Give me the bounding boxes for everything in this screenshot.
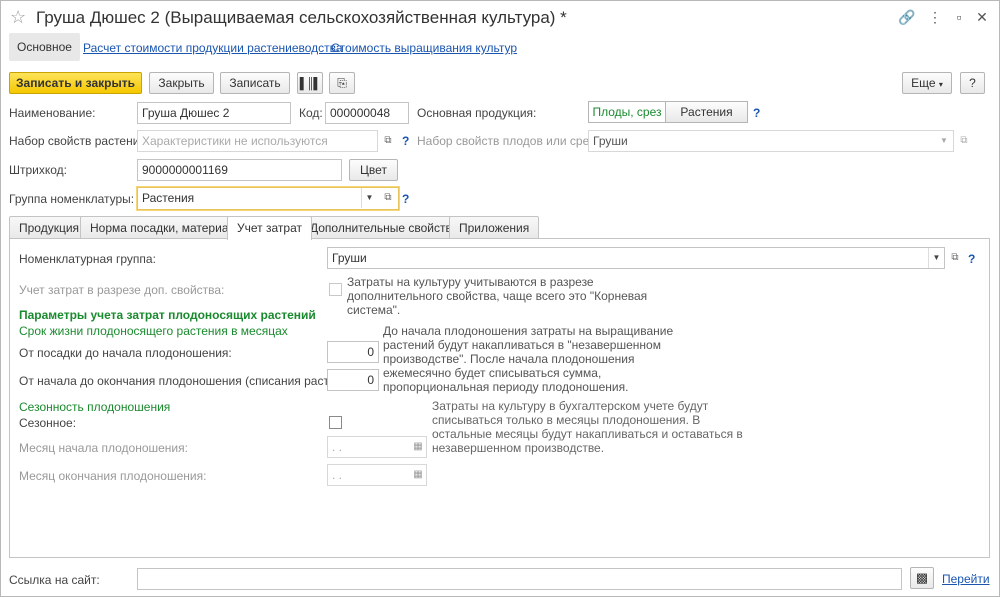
site-link-label: Ссылка на сайт:	[9, 573, 100, 587]
tab-attachments[interactable]: Приложения	[449, 216, 540, 239]
group-open-icon[interactable]: ⧉	[380, 188, 396, 208]
fruit-props-input[interactable]: Груши	[588, 130, 954, 152]
group-input[interactable]: Растения	[137, 187, 399, 210]
plant-props-open-icon[interactable]: ⧉	[380, 131, 396, 151]
main-product-help-icon[interactable]: ?	[753, 106, 760, 120]
group-dropdown-icon[interactable]: ▼	[361, 188, 377, 208]
seasonal-label: Сезонное:	[19, 416, 77, 430]
tab-additional-props[interactable]: Дополнительные свойства	[300, 216, 469, 239]
end-month-calendar-icon[interactable]: ▦	[410, 465, 426, 485]
close-icon[interactable]: ✕	[972, 8, 992, 26]
plant-props-input[interactable]: Характеристики не используются	[137, 130, 378, 152]
seasonal-checkbox[interactable]	[329, 416, 342, 429]
planting-months-input[interactable]: 0	[327, 341, 379, 363]
print-settings-button[interactable]: ⎘	[329, 72, 355, 94]
code-input[interactable]: 000000048	[325, 102, 409, 124]
fruit-props-label: Набор свойств плодов или среза:	[417, 134, 605, 148]
more-label: Еще	[911, 76, 936, 90]
qr-code-button[interactable]: ▩	[910, 567, 934, 589]
nom-group-help-icon[interactable]: ?	[968, 252, 975, 266]
start-month-calendar-icon[interactable]: ▦	[410, 437, 426, 457]
color-button[interactable]: Цвет	[349, 159, 398, 181]
name-label: Наименование:	[9, 106, 96, 120]
tab-products[interactable]: Продукция	[9, 216, 90, 239]
plant-props-label: Набор свойств растения:	[9, 134, 150, 148]
extra-prop-checkbox[interactable]	[329, 283, 342, 296]
plant-props-help-icon[interactable]: ?	[402, 134, 409, 148]
fruit-props-dropdown-icon[interactable]: ▼	[936, 131, 952, 151]
tag-icon: ⎘	[337, 76, 347, 90]
nav-link-cost-calc[interactable]: Расчет стоимости продукции растениеводст…	[83, 41, 343, 55]
save-button[interactable]: Записать	[220, 72, 290, 94]
fruit-props-open-icon[interactable]: ⧉	[956, 131, 972, 151]
group-help-icon[interactable]: ?	[402, 192, 409, 206]
fruiting-months-input[interactable]: 0	[327, 369, 379, 391]
tab-planting-norm[interactable]: Норма посадки, материал	[80, 216, 246, 239]
help-button[interactable]: ?	[960, 72, 985, 94]
main-product-fruit-option[interactable]: Плоды, срез	[588, 101, 666, 123]
fruiting-label: От начала до окончания плодоношения (спи…	[19, 374, 363, 388]
end-month-label: Месяц окончания плодоношения:	[19, 469, 207, 483]
window-title: Груша Дюшес 2 (Выращиваемая сельскохозяй…	[36, 8, 567, 27]
group-label: Группа номенклатуры:	[9, 192, 135, 206]
favorite-star-icon[interactable]: ☆	[10, 8, 26, 26]
more-button[interactable]: Еще ▾	[902, 72, 952, 94]
menu-dots-icon[interactable]: ⋮	[925, 8, 945, 26]
barcode-button[interactable]: ▌║▌	[297, 72, 323, 94]
code-label: Код:	[299, 106, 323, 120]
nom-group-dropdown-icon[interactable]: ▼	[928, 248, 944, 268]
link-icon[interactable]: 🔗	[897, 8, 917, 26]
lifespan-heading: Срок жизни плодоносящего растения в меся…	[19, 324, 288, 338]
nav-link-cultivation-cost[interactable]: Стоимость выращивания культур	[331, 41, 517, 55]
site-link-input[interactable]	[137, 568, 902, 590]
name-input[interactable]: Груша Дюшес 2	[137, 102, 291, 124]
season-heading: Сезонность плодоношения	[19, 400, 171, 414]
barcode-label: Штрихкод:	[9, 163, 68, 177]
start-month-label: Месяц начала плодоношения:	[19, 441, 188, 455]
group-value: Растения	[142, 191, 195, 205]
extra-prop-label: Учет затрат в разрезе доп. свойства:	[19, 283, 225, 297]
nav-main[interactable]: Основное	[9, 33, 80, 61]
qr-code-icon: ▩	[915, 570, 929, 585]
nom-group-open-icon[interactable]: ⧉	[947, 248, 963, 268]
params-heading: Параметры учета затрат плодоносящих раст…	[19, 308, 316, 322]
extra-prop-note: Затраты на культуру учитываются в разрез…	[347, 275, 648, 317]
save-and-close-button[interactable]: Записать и закрыть	[9, 72, 142, 94]
planting-label: От посадки до начала плодоношения:	[19, 346, 232, 360]
main-product-plants-option[interactable]: Растения	[665, 101, 748, 123]
tab-cost-accounting[interactable]: Учет затрат	[227, 216, 312, 240]
main-product-label: Основная продукция:	[417, 106, 537, 120]
close-button[interactable]: Закрыть	[149, 72, 214, 94]
minimize-icon[interactable]: ▫	[949, 8, 969, 26]
chevron-down-icon: ▾	[938, 80, 943, 89]
barcode-input[interactable]: 9000000001169	[137, 159, 342, 181]
lifespan-note: До начала плодоношения затраты на выращи…	[383, 324, 674, 394]
barcode-icon: ▌║▌	[299, 78, 321, 90]
go-link[interactable]: Перейти	[942, 572, 990, 586]
nom-group-input[interactable]: Груши	[327, 247, 945, 269]
nom-group-label: Номенклатурная группа:	[19, 252, 156, 266]
season-note: Затраты на культуру в бухгалтерском учет…	[432, 399, 743, 455]
